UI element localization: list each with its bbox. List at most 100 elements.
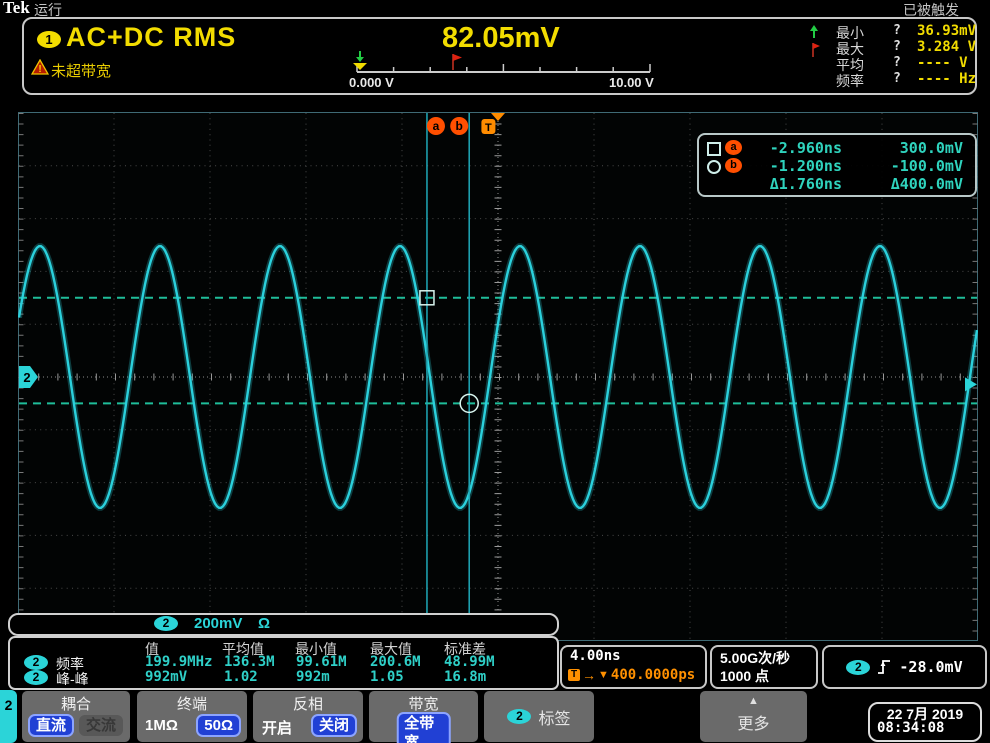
label-channel-badge: 2 bbox=[507, 709, 532, 724]
termination-1mohm-option[interactable]: 1MΩ bbox=[145, 717, 178, 734]
stat-row-max: 最大 ? 3.284 V bbox=[812, 39, 990, 57]
termination-title: 终端 bbox=[176, 696, 207, 713]
scale-ticks bbox=[356, 64, 651, 72]
cell: 992mV bbox=[145, 669, 188, 685]
cell: 136.3M bbox=[224, 654, 275, 670]
ch2-volts-per-div: 200mV bbox=[194, 615, 243, 632]
trigger-level-value: -28.0mV bbox=[899, 658, 963, 676]
cell: 1.02 bbox=[224, 669, 258, 685]
bandwidth-title: 带宽 bbox=[408, 696, 439, 713]
termination-50ohm-option[interactable]: 50Ω bbox=[196, 714, 241, 737]
cursor-b-handle[interactable]: b bbox=[450, 117, 469, 135]
row-channel-badge: 2 bbox=[24, 655, 48, 670]
cell: 48.99M bbox=[444, 654, 495, 670]
cursor-readout-box: a -2.960ns 300.0mV b -1.200ns -100.0mV Δ… bbox=[697, 133, 977, 197]
termination-button[interactable]: 终端 1MΩ 50Ω bbox=[137, 691, 247, 742]
horizontal-readout[interactable]: 4.00ns T → ▼ 400.0000ps bbox=[560, 645, 707, 689]
row-name: 峰-峰 bbox=[56, 671, 89, 687]
stat-row-min: 最小 ? 36.93mV bbox=[812, 23, 990, 41]
cell: 99.61M bbox=[296, 654, 347, 670]
channel1-badge: 1 bbox=[37, 31, 61, 48]
stat-value: ---- Hz bbox=[917, 71, 977, 87]
dvm-mode-label: AC+DC RMS bbox=[66, 22, 237, 52]
stat-value: 3.284 V bbox=[917, 39, 977, 55]
scale-max-label: 10.00 V bbox=[609, 75, 654, 90]
expansion-marker-icon: ▼ bbox=[598, 669, 609, 681]
cursor-b-value: -100.0mV bbox=[890, 157, 963, 175]
cursor-b-circle-icon bbox=[707, 160, 721, 174]
arrow-icon: → bbox=[582, 667, 596, 683]
record-length: 1000 点 bbox=[720, 668, 770, 684]
acquisition-readout[interactable]: 5.00G次/秒 1000 点 bbox=[710, 645, 818, 689]
cursor-a-badge: a bbox=[725, 140, 742, 155]
cursor-a-handle[interactable]: a bbox=[426, 117, 445, 135]
row-channel-badge: 2 bbox=[24, 670, 48, 685]
oscilloscope-screen: Tek 运行 已被触发 1 AC+DC RMS 82.05mV ! 未超带宽 0… bbox=[0, 0, 990, 743]
trigger-t-icon: T bbox=[568, 669, 580, 681]
stat-prefix: ? bbox=[893, 39, 901, 54]
stat-row-frequency: 频率 ? ---- Hz bbox=[812, 71, 990, 89]
trigger-source-badge: 2 bbox=[846, 659, 871, 675]
datetime-box: 22 7月 2019 08:34:08 bbox=[868, 702, 982, 742]
cell: 199.9MHz bbox=[145, 654, 213, 670]
scale-min-label: 0.000 V bbox=[349, 75, 394, 90]
coupling-ac-option[interactable]: 交流 bbox=[78, 715, 123, 736]
invert-on-option[interactable]: 开启 bbox=[262, 717, 292, 738]
cursor-a-square-icon bbox=[707, 142, 721, 156]
cursor-delta-time: Δ1.760ns bbox=[769, 175, 842, 193]
svg-text:b: b bbox=[456, 119, 463, 133]
menu-channel-tab: 2 bbox=[0, 690, 17, 743]
invert-button[interactable]: 反相 开启 关闭 bbox=[253, 691, 363, 742]
tek-logo: Tek bbox=[3, 0, 30, 17]
cell: 16.8m bbox=[444, 669, 487, 685]
delay-value: 400.0000ps bbox=[610, 667, 696, 683]
more-button[interactable]: ▲ 更多 bbox=[700, 691, 807, 742]
cell: 992m bbox=[296, 669, 330, 685]
cursor-b-time: -1.200ns bbox=[769, 157, 842, 175]
cursor-delta-value: Δ400.0mV bbox=[890, 175, 963, 193]
current-value-marker-icon bbox=[353, 63, 367, 70]
bandwidth-button[interactable]: 带宽 全带宽 bbox=[369, 691, 478, 743]
cell: 1.05 bbox=[370, 669, 404, 685]
more-button-text: 更多 bbox=[737, 716, 770, 733]
stat-value: ---- V bbox=[917, 55, 968, 71]
measurement-table: 值 平均值 最小值 最大值 标准差 2 频率 199.9MHz 136.3M 9… bbox=[8, 636, 559, 690]
coupling-dc-option[interactable]: 直流 bbox=[28, 714, 75, 737]
bandwidth-full-option[interactable]: 全带宽 bbox=[396, 712, 451, 743]
svg-text:T: T bbox=[485, 122, 492, 134]
warning-icon: ! bbox=[31, 59, 49, 75]
stat-prefix: ? bbox=[893, 23, 901, 38]
trigger-position-flag[interactable]: T bbox=[481, 119, 496, 134]
coupling-button[interactable]: 耦合 直流 交流 bbox=[22, 691, 130, 742]
channel2-badge: 2 bbox=[154, 616, 178, 631]
invert-title: 反相 bbox=[292, 696, 323, 713]
bandwidth-warning-text: 未超带宽 bbox=[51, 63, 112, 80]
rising-edge-icon bbox=[878, 660, 891, 674]
stat-row-mean: 平均 ? ---- V bbox=[812, 55, 990, 73]
svg-text:a: a bbox=[433, 119, 440, 133]
svg-text:2: 2 bbox=[23, 370, 30, 385]
label-button-text: 标签 bbox=[538, 710, 571, 728]
stat-label: 频率 bbox=[836, 73, 864, 89]
sample-rate: 5.00G次/秒 bbox=[720, 650, 791, 666]
time-per-div: 4.00ns bbox=[570, 648, 621, 664]
stat-value: 36.93mV bbox=[917, 23, 977, 39]
dvm-banner: 1 AC+DC RMS 82.05mV ! 未超带宽 0.000 V 10.00… bbox=[22, 17, 977, 95]
label-button[interactable]: 2 标签 bbox=[484, 691, 594, 742]
invert-off-option[interactable]: 关闭 bbox=[310, 714, 357, 737]
dvm-scale-bar bbox=[353, 51, 651, 73]
cursor-b-badge: b bbox=[725, 158, 742, 173]
stat-prefix: ? bbox=[893, 71, 901, 86]
min-marker-icon bbox=[356, 51, 364, 62]
chevron-up-icon: ▲ bbox=[748, 695, 759, 707]
coupling-title: 耦合 bbox=[60, 696, 91, 713]
ch2-impedance: Ω bbox=[258, 615, 271, 632]
cursor-a-value: 300.0mV bbox=[899, 139, 963, 157]
cell: 200.6M bbox=[370, 654, 421, 670]
max-marker-icon bbox=[452, 54, 462, 70]
trigger-readout[interactable]: 2 -28.0mV bbox=[822, 645, 987, 689]
cursor-a-time: -2.960ns bbox=[769, 139, 842, 157]
time-text: 08:34:08 bbox=[877, 720, 945, 736]
svg-text:!: ! bbox=[38, 64, 41, 75]
channel2-scale-bar[interactable]: 2 200mV Ω bbox=[8, 613, 559, 636]
